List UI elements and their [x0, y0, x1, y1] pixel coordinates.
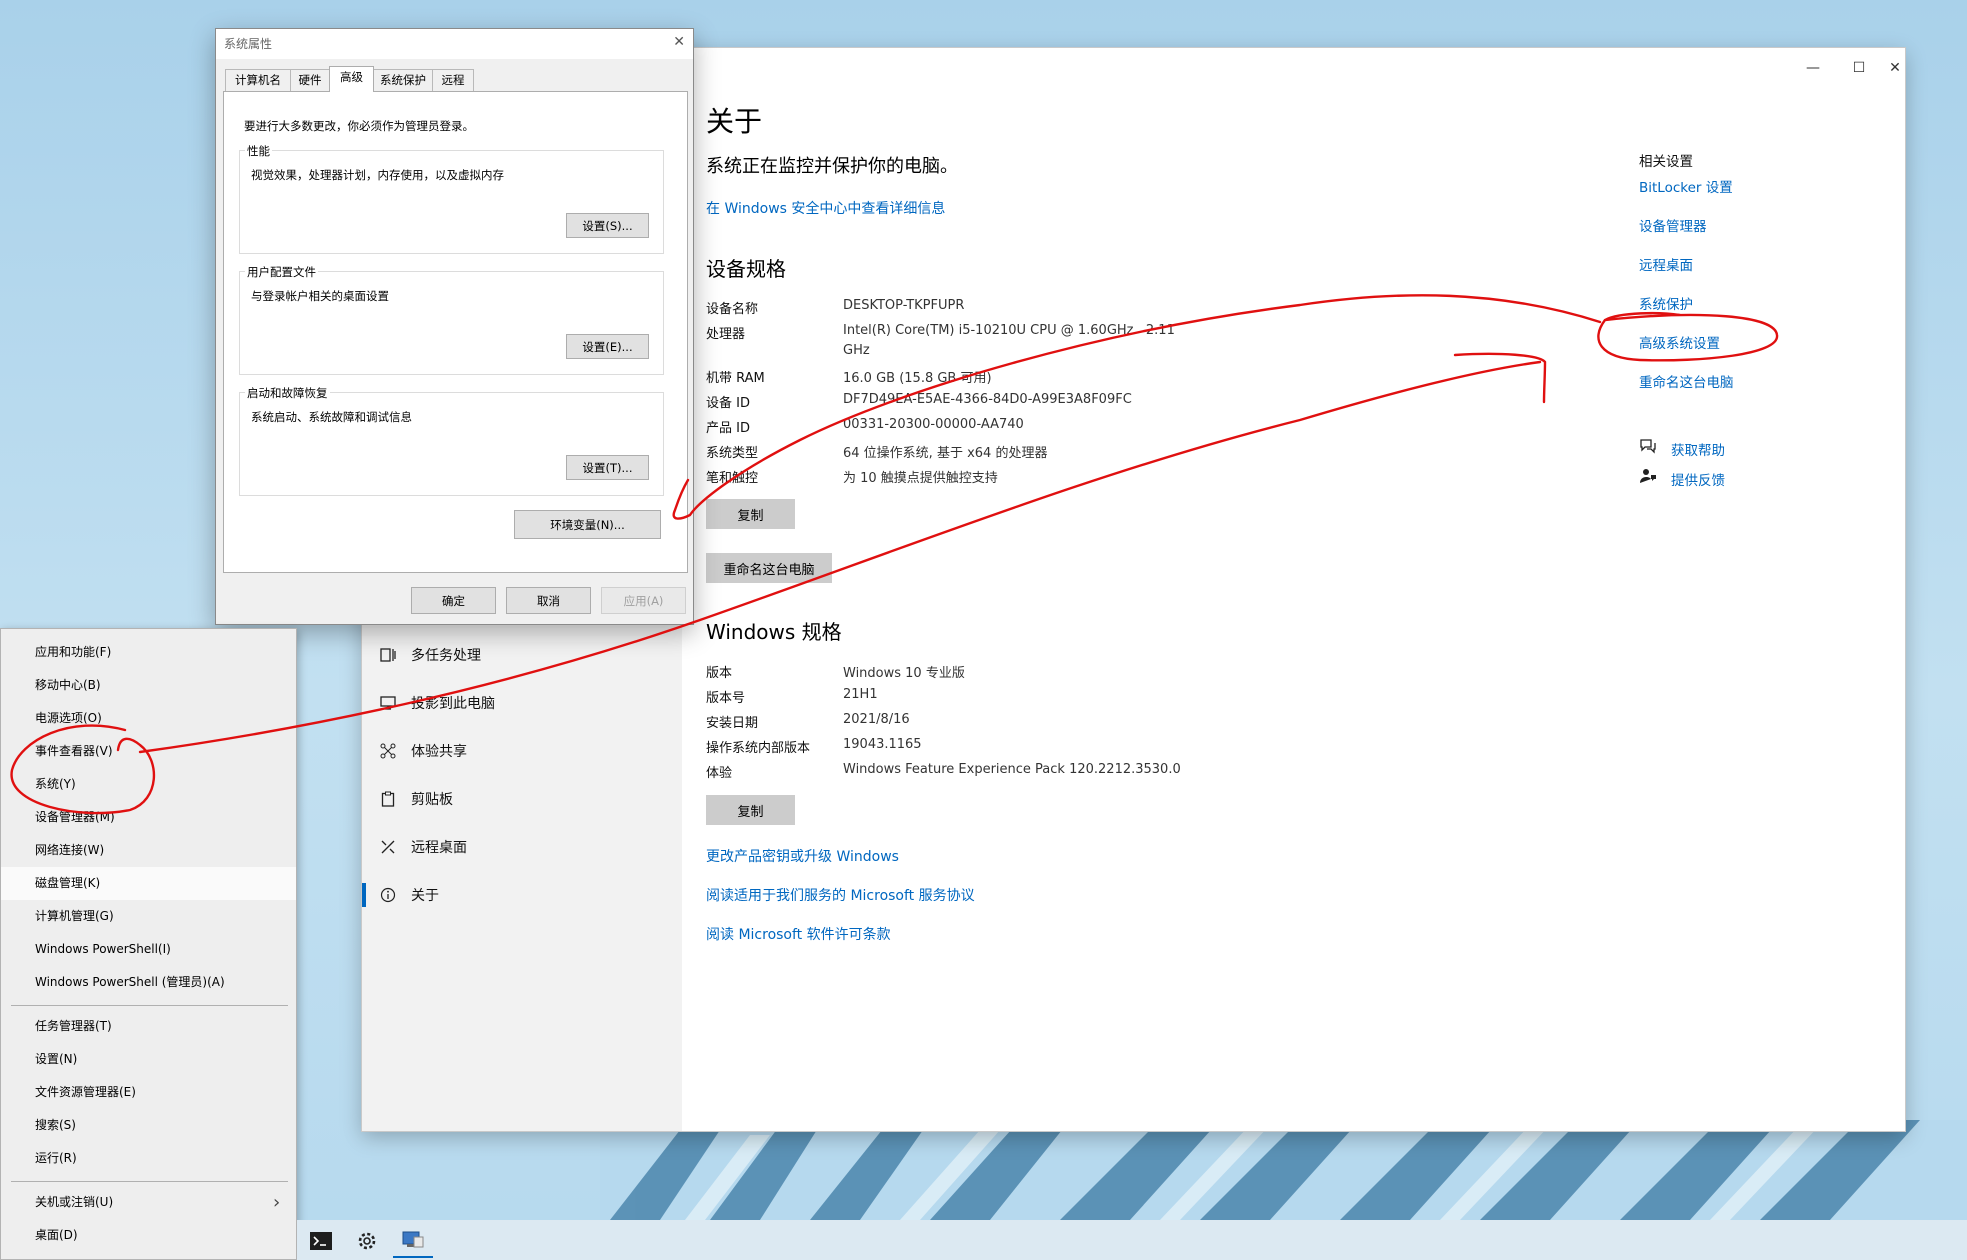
- red-annotation-overlay: [10, 294, 1779, 815]
- tab-advanced[interactable]: 高级: [329, 66, 374, 92]
- annotation-strokes: [10, 294, 1779, 815]
